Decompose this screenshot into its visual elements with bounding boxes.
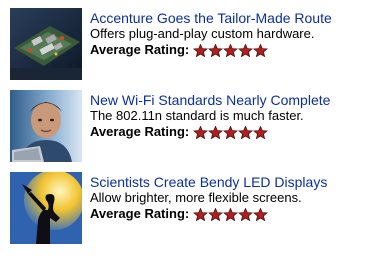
rating-label: Average Rating:	[90, 42, 190, 57]
star-icon	[208, 207, 224, 221]
person-with-laptop-thumbnail[interactable]	[10, 90, 82, 162]
list-item: Accenture Goes the Tailor-Made Route Off…	[10, 8, 372, 80]
star-icon	[253, 207, 269, 221]
article-summary: Offers plug-and-play custom hardware.	[90, 26, 315, 41]
star-icon	[193, 125, 209, 139]
article-headline-link[interactable]: New Wi-Fi Standards Nearly Complete	[90, 92, 330, 108]
star-icon	[208, 43, 224, 57]
circuit-board-thumbnail[interactable]	[10, 8, 82, 80]
rating-stars	[193, 207, 269, 221]
star-icon	[238, 43, 254, 57]
average-rating: Average Rating:	[90, 206, 327, 222]
rating-label: Average Rating:	[90, 124, 190, 139]
article-summary: Allow brighter, more flexible screens.	[90, 190, 302, 205]
rating-label: Average Rating:	[90, 206, 190, 221]
star-icon	[238, 207, 254, 221]
star-icon	[223, 43, 239, 57]
star-icon	[238, 125, 254, 139]
article-summary: The 802.11n standard is much faster.	[90, 108, 304, 123]
average-rating: Average Rating:	[90, 124, 330, 140]
circuit-board-image	[10, 8, 82, 80]
star-icon	[193, 207, 209, 221]
star-icon	[253, 43, 269, 57]
article-headline-link[interactable]: Accenture Goes the Tailor-Made Route	[90, 10, 332, 26]
rating-stars	[193, 125, 269, 139]
star-icon	[208, 125, 224, 139]
star-icon	[193, 43, 209, 57]
rating-stars	[193, 43, 269, 57]
person-with-light-thumbnail[interactable]	[10, 172, 82, 244]
average-rating: Average Rating:	[90, 42, 332, 58]
list-item: New Wi-Fi Standards Nearly Complete The …	[10, 90, 372, 162]
person-with-light-image	[10, 172, 82, 244]
star-icon	[223, 125, 239, 139]
article-list: Accenture Goes the Tailor-Made Route Off…	[10, 8, 372, 254]
list-item: Scientists Create Bendy LED Displays All…	[10, 172, 372, 244]
article-headline-link[interactable]: Scientists Create Bendy LED Displays	[90, 174, 327, 190]
star-icon	[223, 207, 239, 221]
person-with-laptop-image	[10, 90, 82, 162]
star-icon	[253, 125, 269, 139]
